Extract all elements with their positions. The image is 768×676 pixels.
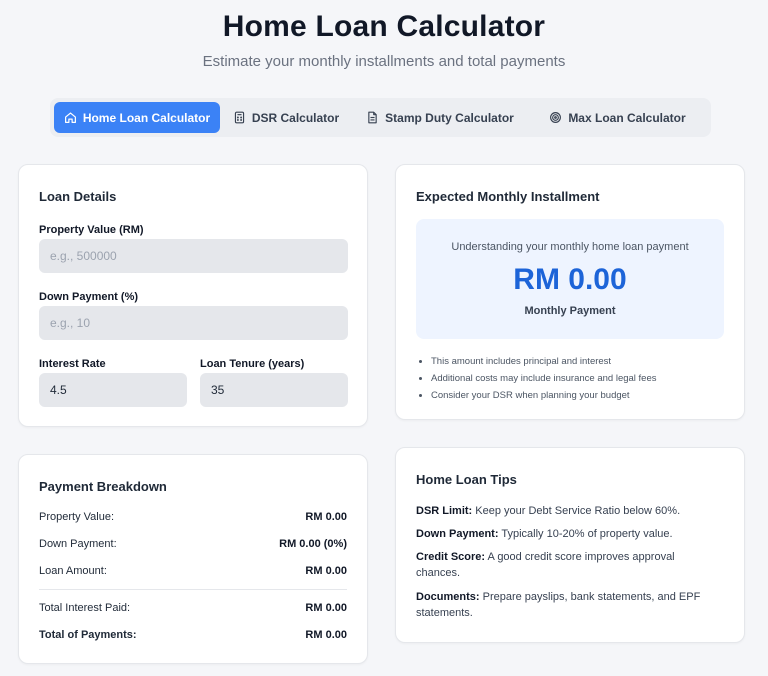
payment-breakdown-card: Payment Breakdown Property Value: RM 0.0… — [18, 454, 368, 664]
breakdown-row-down-payment: Down Payment: RM 0.00 (0%) — [39, 538, 347, 550]
list-item: Additional costs may include insurance a… — [416, 370, 657, 387]
down-payment-input[interactable] — [39, 306, 348, 340]
tip-credit-score: Credit Score: A good credit score improv… — [416, 549, 716, 581]
row-label: Loan Amount: — [39, 565, 107, 577]
breakdown-row-loan-amount: Loan Amount: RM 0.00 — [39, 565, 347, 577]
row-value: RM 0.00 — [305, 602, 347, 614]
installment-title: Expected Monthly Installment — [416, 189, 600, 204]
document-icon — [368, 111, 377, 124]
divider — [39, 589, 347, 590]
tips-title: Home Loan Tips — [416, 472, 517, 487]
row-value: RM 0.00 — [305, 565, 347, 577]
tip-documents: Documents: Prepare payslips, bank statem… — [416, 589, 716, 621]
interest-rate-input[interactable] — [39, 373, 187, 407]
tip-dsr-limit: DSR Limit: Keep your Debt Service Ratio … — [416, 503, 716, 519]
row-value: RM 0.00 — [305, 629, 347, 641]
note-text: This amount includes principal and inter… — [431, 356, 612, 367]
tab-label: DSR Calculator — [251, 110, 340, 125]
row-value: RM 0.00 — [305, 511, 347, 523]
row-label: Down Payment: — [39, 538, 117, 550]
property-value-input[interactable] — [39, 239, 348, 273]
tip-down-payment: Down Payment: Typically 10-20% of proper… — [416, 526, 716, 542]
tab-max-loan-calculator[interactable]: Max Loan Calculator — [528, 102, 707, 133]
payment-breakdown-title: Payment Breakdown — [39, 479, 167, 494]
row-label: Total Interest Paid: — [39, 602, 131, 614]
tab-label: Home Loan Calculator — [82, 110, 211, 125]
tab-stamp-duty-calculator[interactable]: Stamp Duty Calculator — [352, 102, 528, 133]
property-value-label: Property Value (RM) — [39, 224, 144, 236]
page-subtitle: Estimate your monthly installments and t… — [202, 53, 566, 70]
breakdown-row-property-value: Property Value: RM 0.00 — [39, 511, 347, 523]
target-icon — [550, 112, 562, 123]
tab-dsr-calculator[interactable]: DSR Calculator — [220, 102, 352, 133]
tip-term: Documents: — [416, 591, 480, 603]
page-title: Home Loan Calculator — [222, 10, 546, 43]
interest-rate-label: Interest Rate — [39, 358, 106, 370]
tip-text: Typically 10-20% of property value. — [498, 528, 673, 540]
loan-tenure-label: Loan Tenure (years) — [200, 358, 305, 370]
monthly-installment-card: Expected Monthly Installment Understandi… — [395, 164, 745, 420]
loan-details-title: Loan Details — [39, 189, 117, 204]
home-icon — [64, 112, 76, 123]
tip-text: Keep your Debt Service Ratio below 60%. — [472, 505, 681, 517]
row-label: Property Value: — [39, 511, 115, 523]
note-text: Consider your DSR when planning your bud… — [431, 390, 630, 401]
list-item: Consider your DSR when planning your bud… — [416, 387, 657, 404]
calculator-tabs: Home Loan Calculator DSR Calculator Stam… — [50, 98, 711, 137]
monthly-payment-caption: Monthly Payment — [524, 305, 616, 317]
home-loan-tips-card: Home Loan Tips DSR Limit: Keep your Debt… — [395, 447, 745, 643]
calculator-icon — [234, 111, 244, 124]
breakdown-row-total-payments: Total of Payments: RM 0.00 — [39, 629, 347, 641]
tip-term: Down Payment: — [416, 528, 499, 540]
tab-label: Stamp Duty Calculator — [385, 110, 514, 125]
installment-description: Understanding your monthly home loan pay… — [451, 241, 689, 253]
tab-label: Max Loan Calculator — [568, 110, 686, 125]
monthly-payment-amount: RM 0.00 — [513, 263, 627, 296]
loan-tenure-input[interactable] — [200, 373, 348, 407]
breakdown-row-total-interest: Total Interest Paid: RM 0.00 — [39, 602, 347, 614]
tab-home-loan-calculator[interactable]: Home Loan Calculator — [54, 102, 220, 133]
installment-summary: Understanding your monthly home loan pay… — [416, 219, 724, 339]
note-text: Additional costs may include insurance a… — [431, 373, 657, 384]
row-label: Total of Payments: — [39, 629, 137, 641]
row-value: RM 0.00 (0%) — [279, 538, 347, 550]
list-item: This amount includes principal and inter… — [416, 353, 657, 370]
loan-details-card: Loan Details Property Value (RM) Down Pa… — [18, 164, 368, 427]
tip-term: DSR Limit: — [416, 505, 473, 517]
tip-term: Credit Score: — [416, 551, 486, 563]
down-payment-label: Down Payment (%) — [39, 291, 139, 303]
installment-notes: This amount includes principal and inter… — [416, 353, 657, 404]
